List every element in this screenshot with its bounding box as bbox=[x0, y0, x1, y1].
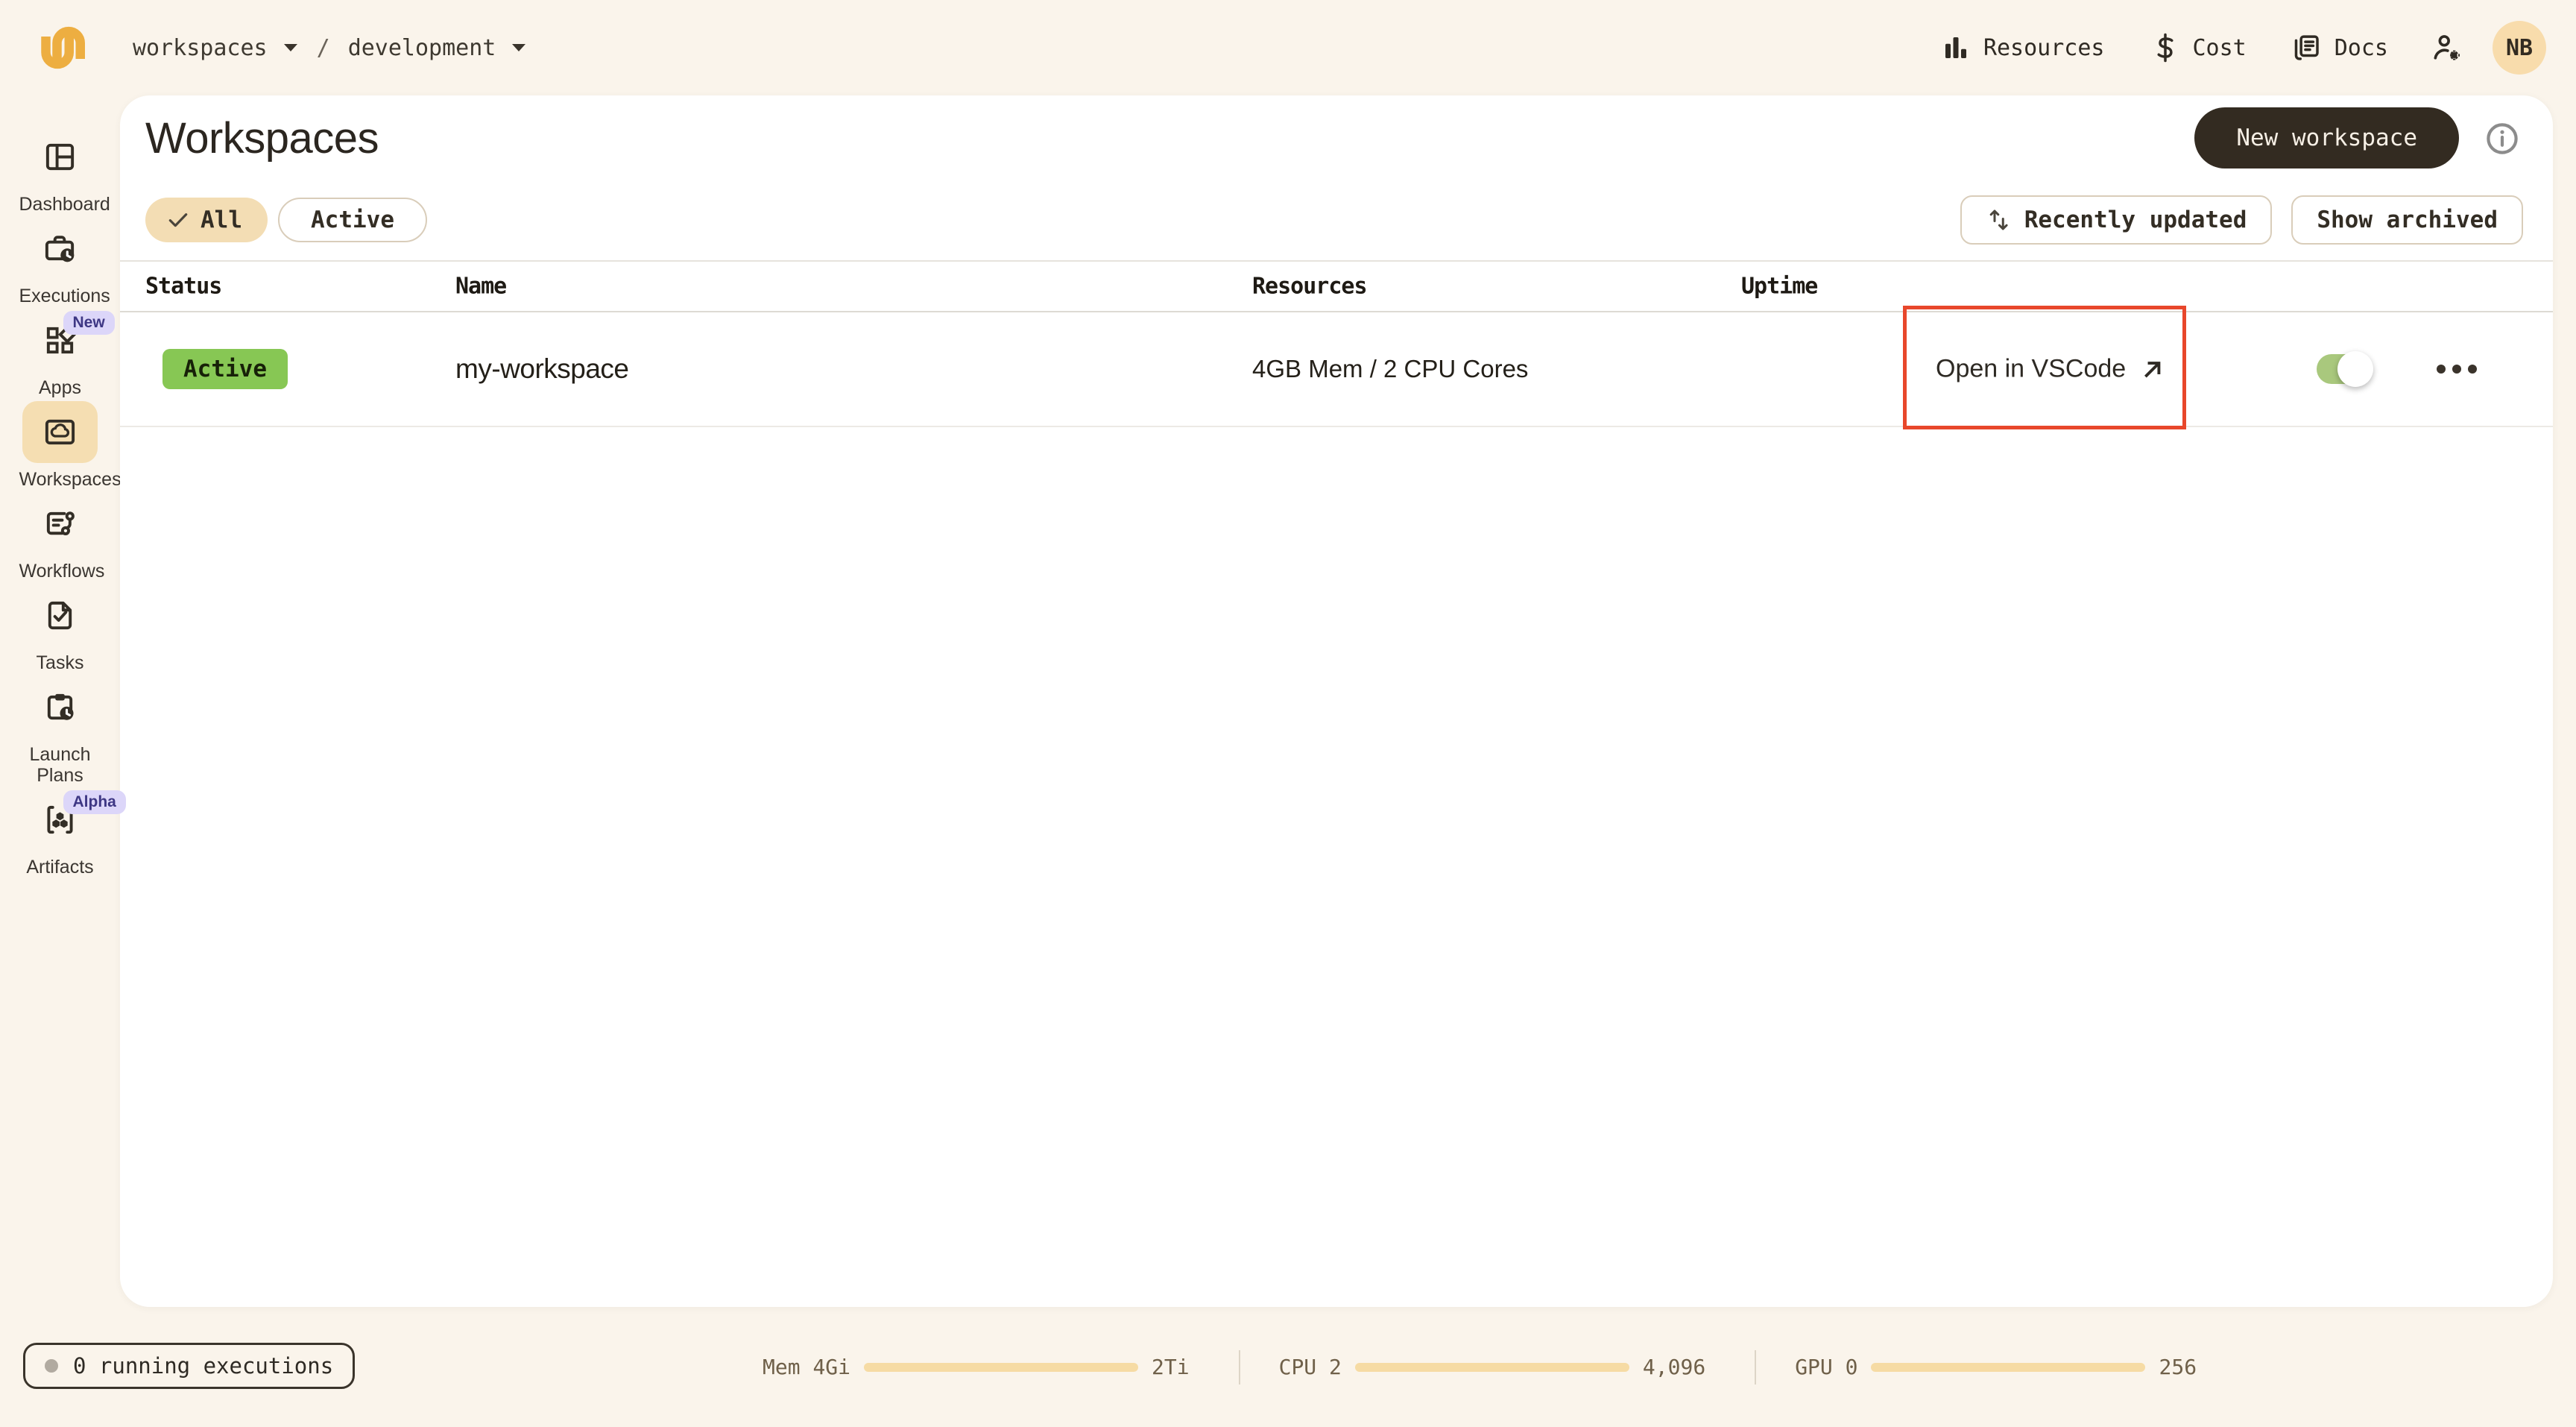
open-in-vscode-label: Open in VSCode bbox=[1936, 355, 2126, 384]
sort-button-label: Recently updated bbox=[2024, 207, 2247, 233]
executions-clock-icon bbox=[42, 231, 78, 266]
cpu-meter-bar bbox=[1355, 1363, 1629, 1372]
dashboard-icon bbox=[42, 139, 78, 174]
toggle-knob bbox=[2337, 351, 2373, 387]
cpu-metric: CPU 2 4,096 bbox=[1279, 1355, 1706, 1379]
dollar-icon bbox=[2150, 32, 2181, 63]
user-gear-icon bbox=[2430, 31, 2463, 64]
sidebar-item-artifacts[interactable]: Alpha Artifacts bbox=[4, 789, 116, 878]
status-badge: Active bbox=[162, 349, 288, 389]
sidebar-label-dashboard: Dashboard bbox=[19, 194, 101, 215]
cpu-max-label: 4,096 bbox=[1643, 1355, 1705, 1379]
sidebar-item-workflows[interactable]: Workflows bbox=[4, 493, 116, 582]
sort-button[interactable]: Recently updated bbox=[1960, 195, 2273, 245]
union-logo-icon[interactable] bbox=[33, 18, 92, 78]
metric-divider bbox=[1755, 1350, 1756, 1385]
chevron-down-icon bbox=[282, 42, 299, 53]
sidebar-label-workflows: Workflows bbox=[19, 561, 101, 582]
breadcrumb-separator: / bbox=[317, 35, 330, 61]
sort-arrows-icon bbox=[1986, 207, 2012, 233]
sidebar-item-executions[interactable]: Executions bbox=[4, 218, 116, 306]
sidebar-item-workspaces[interactable]: Workspaces bbox=[4, 401, 116, 490]
sidebar-label-executions: Executions bbox=[19, 286, 101, 306]
breadcrumb-development[interactable]: development bbox=[348, 35, 528, 61]
avatar[interactable]: NB bbox=[2493, 21, 2546, 75]
nav-cost[interactable]: Cost bbox=[2127, 32, 2269, 63]
running-executions-label: 0 running executions bbox=[73, 1353, 333, 1379]
table-header: Status Name Resources Uptime bbox=[120, 262, 2553, 312]
executions-status-dot bbox=[45, 1359, 58, 1373]
nav-resources[interactable]: Resources bbox=[1918, 32, 2127, 63]
workspace-name[interactable]: my-workspace bbox=[455, 353, 629, 385]
top-bar: workspaces / development Resources Cost bbox=[0, 0, 2576, 95]
filter-chip-active[interactable]: Active bbox=[278, 198, 427, 242]
filter-chip-all-label: All bbox=[201, 207, 242, 233]
row-menu-button[interactable] bbox=[2437, 365, 2477, 374]
external-link-icon bbox=[2139, 356, 2166, 382]
gpu-label: GPU 0 bbox=[1795, 1355, 1857, 1379]
mem-meter-bar bbox=[864, 1363, 1138, 1372]
app-root: workspaces / development Resources Cost bbox=[0, 0, 2576, 1427]
page-title: Workspaces bbox=[145, 116, 379, 161]
check-icon bbox=[166, 208, 190, 232]
bar-chart-icon bbox=[1940, 32, 1972, 63]
info-icon[interactable] bbox=[2484, 121, 2520, 157]
nav-cost-label: Cost bbox=[2193, 35, 2247, 61]
mem-label: Mem 4Gi bbox=[763, 1355, 850, 1379]
mem-max-label: 2Ti bbox=[1152, 1355, 1190, 1379]
sidebar-label-launch-plans: Launch Plans bbox=[19, 744, 101, 786]
workspace-resources: 4GB Mem / 2 CPU Cores bbox=[1252, 355, 1528, 383]
gpu-metric: GPU 0 256 bbox=[1795, 1355, 2197, 1379]
sidebar-item-launch-plans[interactable]: Launch Plans bbox=[4, 676, 116, 786]
cpu-label: CPU 2 bbox=[1279, 1355, 1342, 1379]
workspace-toggle[interactable] bbox=[2317, 354, 2369, 384]
chevron-down-icon bbox=[511, 42, 527, 53]
sidebar-label-workspaces: Workspaces bbox=[19, 469, 101, 490]
main-panel: Workspaces New workspace All Active bbox=[120, 95, 2553, 1307]
sidebar-item-apps[interactable]: New Apps bbox=[4, 309, 116, 398]
show-archived-label: Show archived bbox=[2317, 207, 2498, 233]
nav-docs[interactable]: Docs bbox=[2269, 32, 2411, 63]
sidebar-label-apps: Apps bbox=[39, 377, 81, 398]
workflow-icon bbox=[42, 506, 78, 541]
alpha-badge: Alpha bbox=[63, 790, 126, 814]
breadcrumb-development-label: development bbox=[348, 35, 496, 61]
running-executions-button[interactable]: 0 running executions bbox=[23, 1343, 355, 1389]
sidebar-active-highlight bbox=[22, 401, 98, 463]
docs-icon bbox=[2291, 32, 2323, 63]
resource-metrics: Mem 4Gi 2Ti CPU 2 4,096 GPU 0 256 bbox=[763, 1307, 2197, 1427]
mem-metric: Mem 4Gi 2Ti bbox=[763, 1355, 1190, 1379]
workspace-cloud-icon bbox=[42, 415, 78, 450]
show-archived-button[interactable]: Show archived bbox=[2291, 195, 2523, 245]
gpu-max-label: 256 bbox=[2159, 1355, 2197, 1379]
open-in-vscode-link[interactable]: Open in VSCode bbox=[1936, 355, 2166, 384]
breadcrumb-workspaces-label: workspaces bbox=[133, 35, 268, 61]
breadcrumb-workspaces[interactable]: workspaces bbox=[133, 35, 299, 61]
metric-divider bbox=[1239, 1350, 1240, 1385]
gpu-meter-bar bbox=[1871, 1363, 2145, 1372]
column-header-uptime: Uptime bbox=[1741, 274, 1817, 300]
sidebar-label-tasks: Tasks bbox=[37, 652, 84, 673]
task-check-icon bbox=[42, 598, 78, 633]
new-workspace-button[interactable]: New workspace bbox=[2194, 107, 2459, 168]
launch-plan-clock-icon bbox=[42, 690, 78, 725]
table-row[interactable]: Active my-workspace 4GB Mem / 2 CPU Core… bbox=[120, 312, 2553, 427]
nav-resources-label: Resources bbox=[1983, 35, 2105, 61]
breadcrumb: workspaces / development bbox=[133, 35, 527, 61]
column-header-status: Status bbox=[145, 274, 221, 300]
user-settings-button[interactable] bbox=[2411, 31, 2482, 64]
status-bar: 0 running executions Mem 4Gi 2Ti CPU 2 4… bbox=[0, 1307, 2576, 1427]
sidebar-item-dashboard[interactable]: Dashboard bbox=[4, 126, 116, 215]
filter-chip-active-label: Active bbox=[311, 207, 394, 233]
nav-docs-label: Docs bbox=[2334, 35, 2388, 61]
top-nav: Resources Cost Docs bbox=[1918, 21, 2546, 75]
sidebar-label-artifacts: Artifacts bbox=[26, 857, 93, 878]
filter-chip-all[interactable]: All bbox=[145, 198, 268, 242]
column-header-name: Name bbox=[455, 274, 506, 300]
column-header-resources: Resources bbox=[1252, 274, 1367, 300]
sidebar: Dashboard Executions New Apps Workspaces bbox=[0, 95, 120, 881]
new-badge: New bbox=[63, 311, 115, 335]
sidebar-item-tasks[interactable]: Tasks bbox=[4, 585, 116, 673]
